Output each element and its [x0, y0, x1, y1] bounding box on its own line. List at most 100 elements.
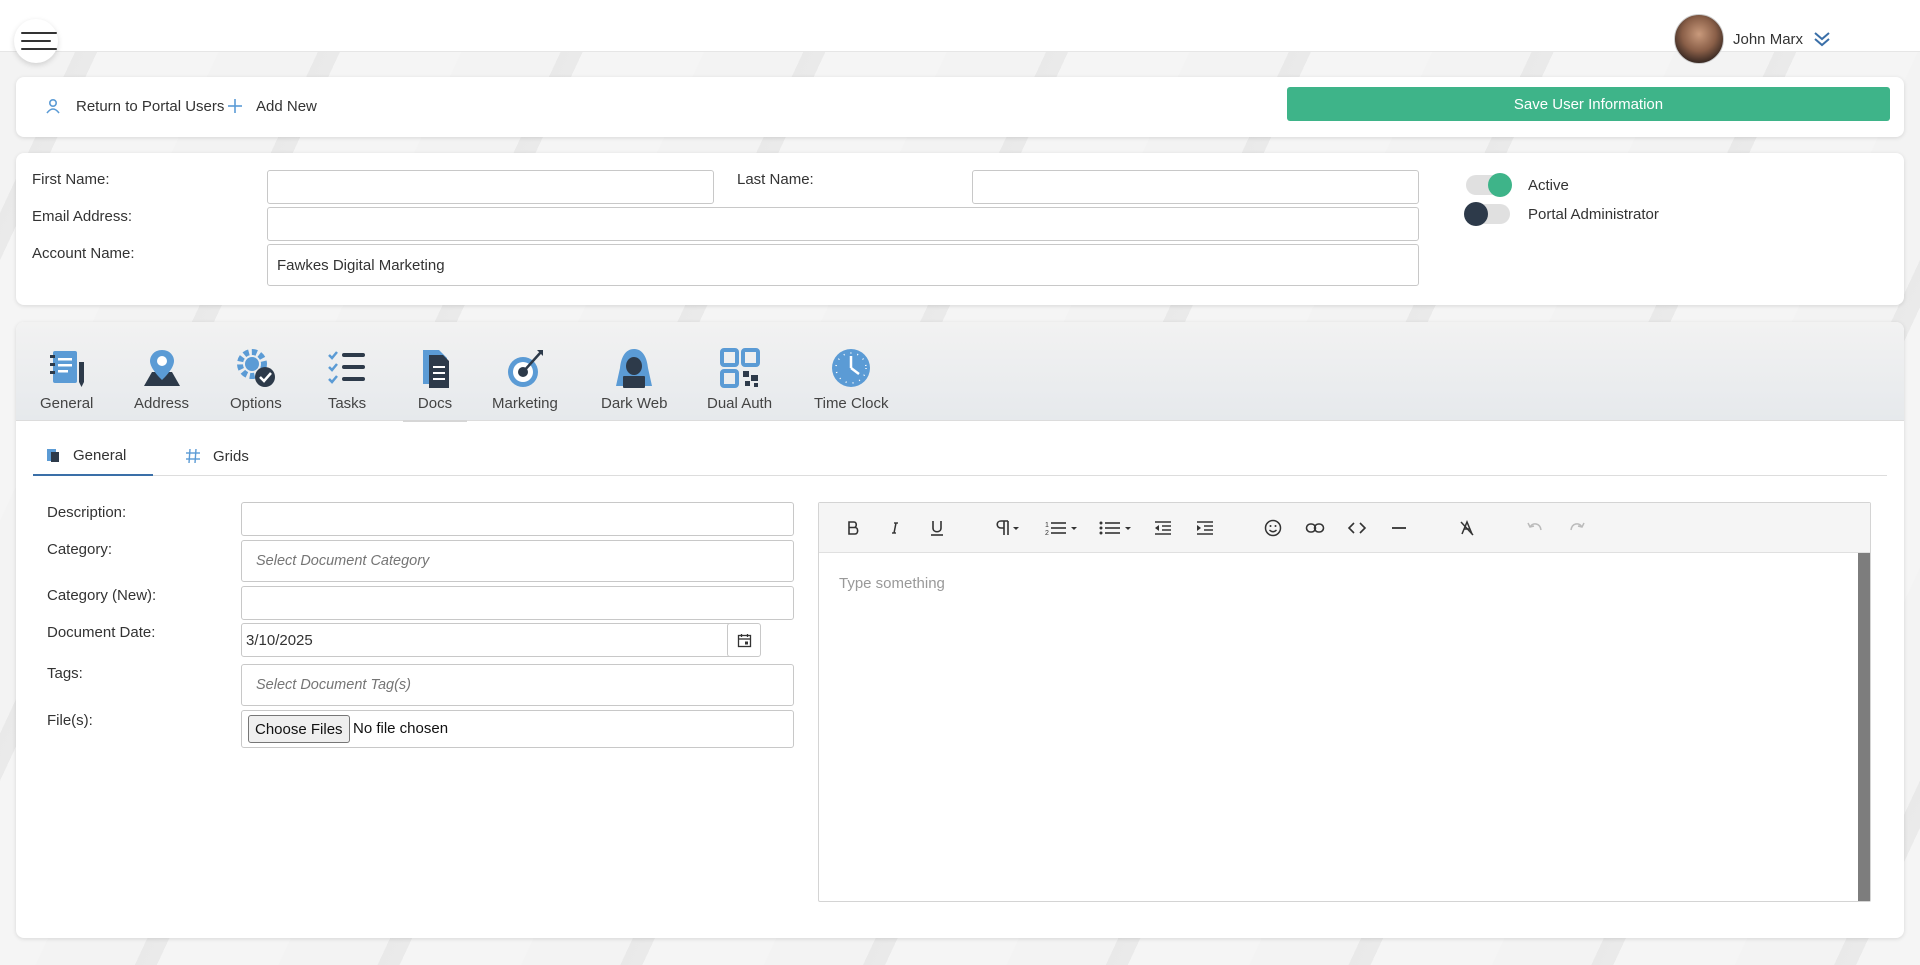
details-card: General Address Options Tasks Docs Marke… — [16, 322, 1904, 938]
hamburger-menu-icon[interactable] — [14, 19, 58, 63]
qr-code-icon — [719, 348, 760, 388]
add-new-link[interactable]: Add New — [226, 97, 317, 115]
editor-content-area[interactable]: Type something — [819, 553, 1859, 901]
tab-general[interactable]: General — [40, 346, 93, 412]
hacker-icon — [616, 349, 653, 388]
files-label: File(s): — [47, 712, 93, 729]
rich-text-editor: 12 Type something — [818, 502, 1871, 902]
return-to-portal-users-label: Return to Portal Users — [76, 97, 225, 115]
first-name-label: First Name: — [32, 171, 110, 188]
tab-dark-web-label: Dark Web — [601, 395, 668, 412]
italic-icon[interactable] — [881, 515, 909, 541]
tab-dual-auth[interactable]: Dual Auth — [707, 346, 772, 412]
no-file-chosen-label: No file chosen — [353, 720, 449, 737]
email-address-label: Email Address: — [32, 208, 133, 225]
avatar[interactable] — [1674, 14, 1724, 64]
subtab-grids[interactable]: Grids — [185, 436, 249, 476]
last-name-field[interactable] — [972, 170, 1419, 204]
last-name-label: Last Name: — [737, 171, 814, 188]
svg-text:2: 2 — [1045, 530, 1049, 537]
tab-address[interactable]: Address — [134, 346, 189, 412]
account-name-field[interactable] — [267, 244, 1419, 286]
portal-administrator-label: Portal Administrator — [1528, 205, 1659, 223]
portal-administrator-toggle[interactable]: Portal Administrator — [1464, 202, 1659, 226]
document-date-field[interactable] — [241, 623, 744, 657]
user-menu[interactable]: John Marx — [1674, 14, 1831, 64]
editor-placeholder: Type something — [839, 575, 945, 592]
category-new-field[interactable] — [241, 586, 794, 620]
top-bar: John Marx — [0, 0, 1920, 64]
add-new-label: Add New — [256, 97, 317, 115]
main-tab-bar: General Address Options Tasks Docs Marke… — [16, 322, 1904, 422]
tags-select[interactable]: Select Document Tag(s) — [241, 664, 794, 706]
tab-tasks[interactable]: Tasks — [325, 346, 369, 412]
tab-time-clock[interactable]: Time Clock — [814, 346, 888, 412]
editor-toolbar: 12 — [819, 503, 1870, 553]
active-switch[interactable] — [1466, 173, 1512, 197]
redo-icon[interactable] — [1563, 515, 1591, 541]
category-select[interactable]: Select Document Category — [241, 540, 794, 582]
document-icon — [423, 350, 449, 388]
category-new-label: Category (New): — [47, 587, 157, 604]
description-label: Description: — [47, 504, 127, 521]
unordered-list-icon[interactable] — [1093, 515, 1137, 541]
tab-dual-auth-label: Dual Auth — [707, 395, 773, 412]
gear-check-icon — [236, 349, 275, 387]
email-field[interactable] — [267, 207, 1419, 241]
portal-administrator-switch[interactable] — [1464, 202, 1510, 226]
calendar-button[interactable] — [727, 623, 761, 657]
checklist-icon — [328, 351, 365, 384]
underline-icon[interactable] — [923, 515, 951, 541]
paragraph-icon[interactable] — [989, 515, 1025, 541]
subtab-general[interactable]: General — [33, 436, 153, 476]
category-label: Category: — [47, 541, 113, 558]
actions-card: Return to Portal Users Add New Save User… — [16, 77, 1904, 137]
save-user-information-button[interactable]: Save User Information — [1287, 87, 1890, 121]
subtab-general-label: General — [73, 446, 127, 464]
horizontal-rule-icon[interactable] — [1385, 515, 1413, 541]
tab-marketing-label: Marketing — [492, 395, 558, 412]
document-date-label: Document Date: — [47, 624, 156, 641]
tab-general-label: General — [40, 395, 94, 412]
tab-options-label: Options — [230, 395, 282, 412]
code-icon[interactable] — [1343, 515, 1371, 541]
tab-address-label: Address — [134, 395, 190, 412]
return-to-portal-users-link[interactable]: Return to Portal Users — [44, 97, 224, 115]
calendar-icon — [737, 633, 751, 647]
first-name-field[interactable] — [267, 170, 714, 204]
description-field[interactable] — [241, 502, 794, 536]
account-name-label: Account Name: — [32, 245, 135, 262]
tab-docs[interactable]: Docs — [403, 346, 467, 422]
editor-scrollbar[interactable] — [1858, 553, 1870, 901]
notebook-pen-icon — [49, 351, 84, 387]
file-input[interactable]: Choose Files No file chosen — [241, 710, 794, 748]
category-placeholder: Select Document Category — [256, 553, 430, 569]
tab-tasks-label: Tasks — [327, 395, 367, 412]
document-small-icon — [47, 449, 59, 462]
double-chevron-down-icon[interactable] — [1813, 31, 1831, 47]
bold-icon[interactable] — [839, 515, 867, 541]
emoji-icon[interactable] — [1259, 515, 1287, 541]
plus-icon — [228, 99, 242, 113]
target-icon — [507, 350, 543, 387]
outdent-icon[interactable] — [1149, 515, 1177, 541]
ordered-list-icon[interactable]: 12 — [1039, 515, 1083, 541]
map-pin-icon — [143, 350, 180, 386]
indent-icon[interactable] — [1191, 515, 1219, 541]
tab-marketing[interactable]: Marketing — [492, 346, 558, 412]
user-name[interactable]: John Marx — [1733, 31, 1803, 48]
svg-text:1: 1 — [1045, 522, 1049, 529]
user-info-card: First Name: Last Name: Email Address: Ac… — [16, 153, 1904, 305]
tags-label: Tags: — [47, 665, 83, 682]
tab-time-clock-label: Time Clock — [814, 395, 889, 412]
clear-format-icon[interactable] — [1453, 515, 1481, 541]
subtab-grids-label: Grids — [213, 447, 249, 465]
clock-icon — [832, 349, 871, 387]
tab-options[interactable]: Options — [230, 346, 282, 412]
active-toggle[interactable]: Active — [1466, 173, 1569, 197]
tab-dark-web[interactable]: Dark Web — [601, 346, 667, 412]
choose-files-button[interactable]: Choose Files — [248, 715, 350, 743]
link-icon[interactable] — [1301, 515, 1329, 541]
tags-placeholder: Select Document Tag(s) — [256, 677, 412, 693]
undo-icon[interactable] — [1521, 515, 1549, 541]
